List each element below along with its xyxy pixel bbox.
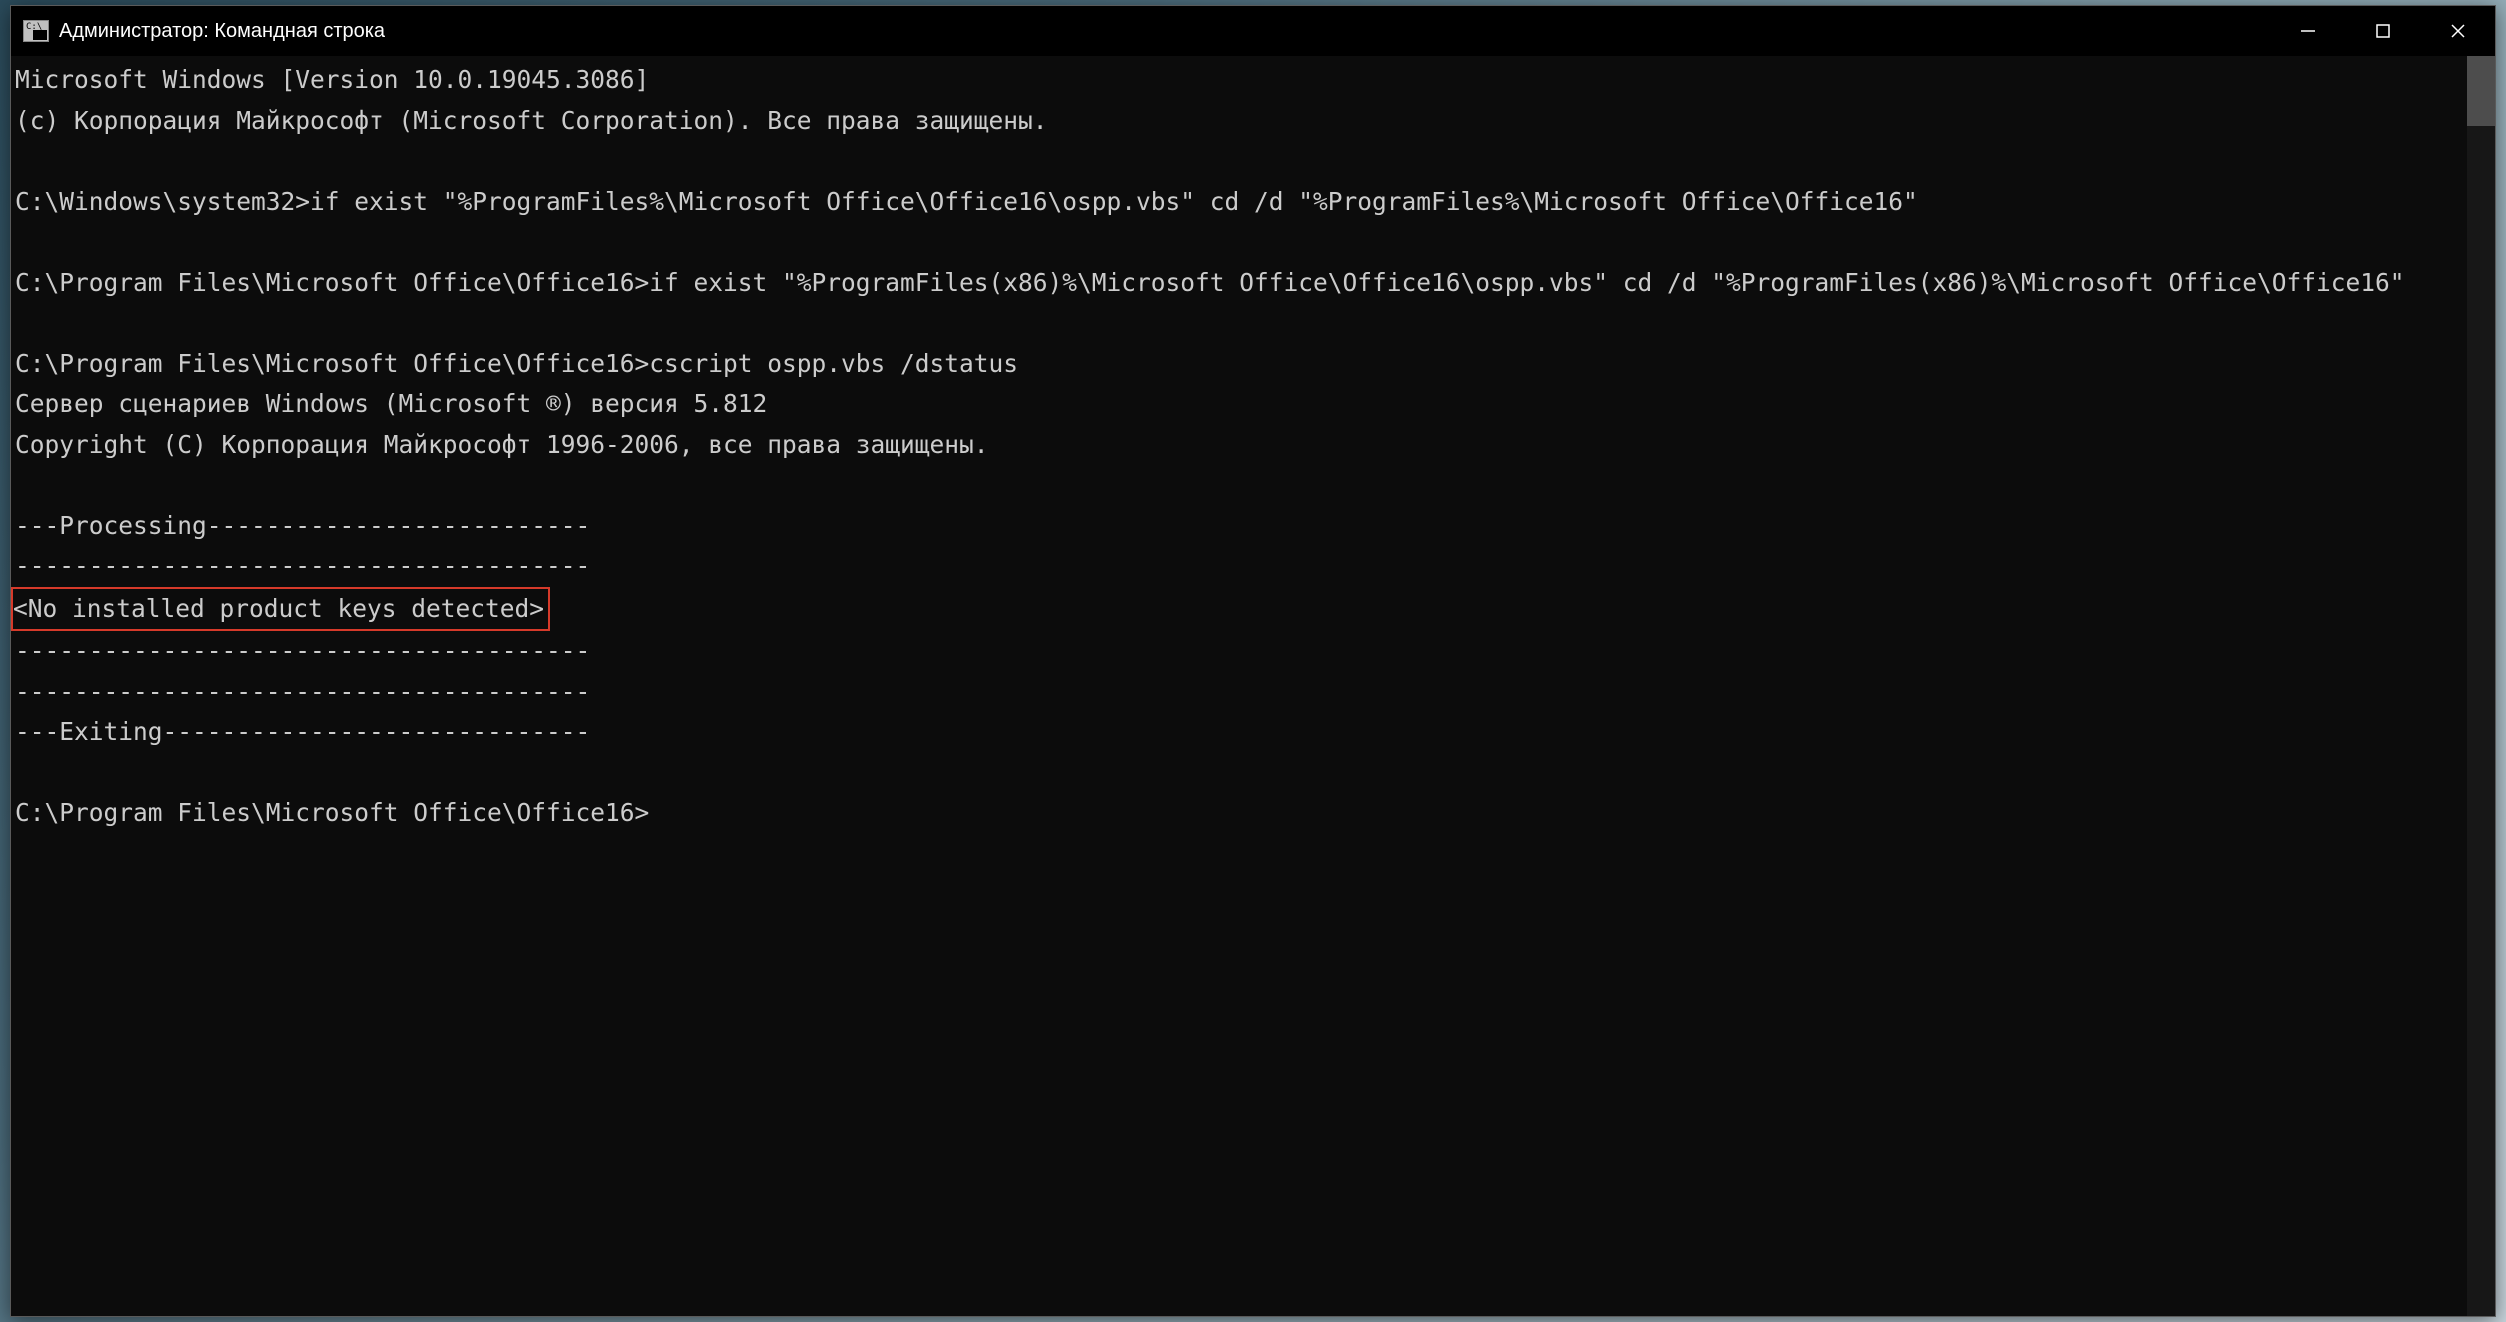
terminal-line: <No installed product keys detected> [15,587,2467,632]
maximize-button[interactable] [2345,6,2420,56]
terminal-line [15,465,2467,506]
terminal-line: Copyright (C) Корпорация Майкрософт 1996… [15,425,2467,466]
maximize-icon [2374,22,2392,40]
terminal-line: (c) Корпорация Майкрософт (Microsoft Cor… [15,101,2467,142]
terminal-line [15,303,2467,344]
close-button[interactable] [2420,6,2495,56]
window-controls [2270,6,2495,56]
terminal-line [15,141,2467,182]
terminal-line [15,222,2467,263]
highlighted-output: <No installed product keys detected> [11,587,550,632]
terminal-line: --------------------------------------- [15,631,2467,672]
terminal-line: C:\Program Files\Microsoft Office\Office… [15,344,2467,385]
terminal-line: C:\Program Files\Microsoft Office\Office… [15,793,2467,834]
terminal-output[interactable]: Microsoft Windows [Version 10.0.19045.30… [11,56,2467,1316]
window-title: Администратор: Командная строка [59,20,385,43]
titlebar[interactable]: Администратор: Командная строка [11,6,2495,56]
terminal-line: --------------------------------------- [15,546,2467,587]
close-icon [2449,22,2467,40]
terminal-line: Сервер сценариев Windows (Microsoft ®) в… [15,384,2467,425]
terminal-line: Microsoft Windows [Version 10.0.19045.30… [15,60,2467,101]
cmd-window: Администратор: Командная строка Microsof… [10,5,2496,1317]
terminal-line: C:\Windows\system32>if exist "%ProgramFi… [15,182,2467,223]
cmd-icon [23,20,49,42]
minimize-icon [2299,22,2317,40]
terminal-line: ---Exiting----------------------------- [15,712,2467,753]
terminal-line: ---Processing-------------------------- [15,506,2467,547]
terminal-line [15,753,2467,794]
terminal-line: C:\Program Files\Microsoft Office\Office… [15,263,2467,304]
vertical-scrollbar[interactable] [2467,56,2495,1316]
scroll-thumb[interactable] [2467,56,2495,126]
minimize-button[interactable] [2270,6,2345,56]
terminal-line: --------------------------------------- [15,672,2467,713]
